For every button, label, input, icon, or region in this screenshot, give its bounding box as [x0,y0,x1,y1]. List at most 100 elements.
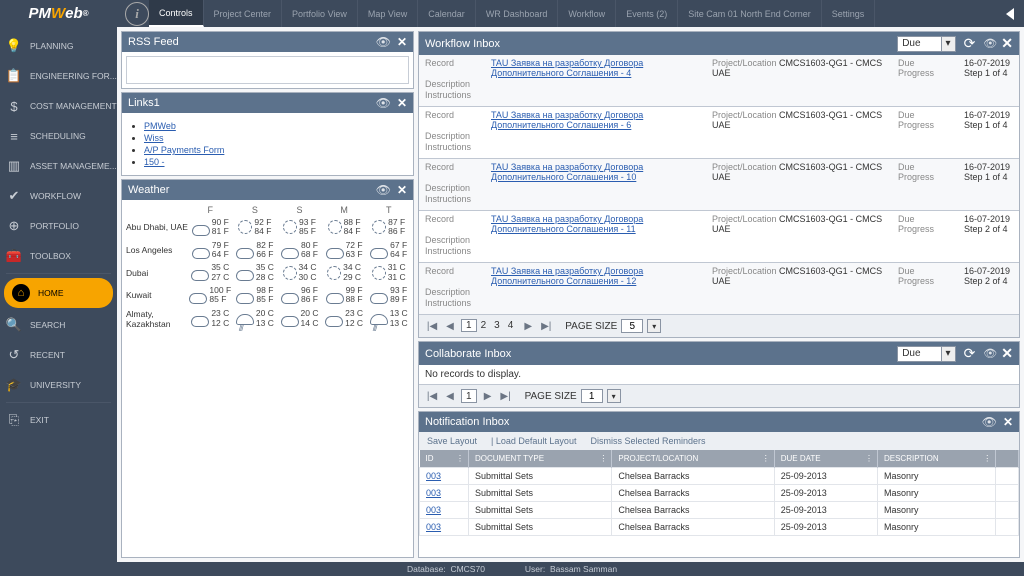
table-header[interactable]: DOCUMENT TYPE⋮ [469,450,612,468]
weather-temps: 93 F85 F [299,218,316,237]
page-size-dropdown[interactable]: ▾ [607,389,621,403]
page-size-label: PAGE SIZE [565,321,617,332]
hide-icon[interactable] [982,415,997,429]
record-link[interactable]: TAU Заявка на разработку Договора Дополн… [491,58,706,78]
table-row[interactable]: 003Submittal SetsChelsea Barracks25-09-2… [420,468,1019,485]
record-link[interactable]: TAU Заявка на разработку Договора Дополн… [491,266,706,286]
sidebar-item[interactable]: ↺RECENT [0,340,117,370]
link-item[interactable]: A/P Payments Form [144,145,224,155]
close-icon[interactable]: ✕ [1003,415,1013,429]
notify-tool[interactable]: Save Layout [427,436,477,446]
pager-first-icon[interactable]: |◀ [425,319,439,333]
top-tab[interactable]: Calendar [418,0,476,27]
collab-filter-select[interactable]: Due▾ [897,346,955,362]
sidebar-item[interactable]: ⎘EXIT [0,405,117,435]
sidebar-item[interactable]: ⊕PORTFOLIO [0,211,117,241]
sidebar-item[interactable]: 📋ENGINEERING FOR... [0,61,117,91]
pager-next-icon[interactable]: ▶ [481,389,495,403]
pager-prev-icon[interactable]: ◀ [443,319,457,333]
link-item[interactable]: Wiss [144,133,164,143]
table-row[interactable]: 003Submittal SetsChelsea Barracks25-09-2… [420,502,1019,519]
pager-page[interactable]: 4 [504,320,518,331]
hide-icon[interactable] [983,347,997,360]
page-size-input[interactable] [581,389,603,403]
record-link[interactable]: TAU Заявка на разработку Договора Дополн… [491,214,706,234]
table-header[interactable]: ID⋮ [420,450,469,468]
record-link[interactable]: TAU Заявка на разработку Договора Дополн… [491,162,706,182]
table-row[interactable]: 003Submittal SetsChelsea Barracks25-09-2… [420,519,1019,536]
sidebar-item[interactable]: 💡PLANNING [0,31,117,61]
row-id-link[interactable]: 003 [426,471,441,481]
weather-cloud-icon [281,248,299,259]
table-header[interactable]: DESCRIPTION⋮ [877,450,995,468]
workflow-filter-select[interactable]: Due▾ [897,36,955,52]
column-menu-icon[interactable]: ⋮ [865,454,873,463]
top-tab[interactable]: Controls [149,0,204,27]
sidebar-item[interactable]: ▥ASSET MANAGEME... [0,151,117,181]
pager-page[interactable]: 1 [461,389,477,403]
top-tab[interactable]: WR Dashboard [476,0,559,27]
page-size-input[interactable] [621,319,643,333]
sidebar-item[interactable]: 🧰TOOLBOX [0,241,117,271]
weather-temps: 96 F86 F [301,286,318,305]
close-icon[interactable]: ✕ [397,96,407,110]
weather-temps: 23 C12 C [345,309,363,328]
hide-icon[interactable] [376,35,391,49]
refresh-icon[interactable]: ⟳ [964,35,976,52]
sidebar-icon: ≡ [6,128,22,144]
sidebar-item[interactable]: $COST MANAGEMENT [0,91,117,121]
sidebar-item[interactable]: ≡SCHEDULING [0,121,117,151]
link-item[interactable]: 150 - [144,157,165,167]
sidebar-item[interactable]: 🎓UNIVERSITY [0,370,117,400]
hide-icon[interactable] [376,96,391,110]
refresh-icon[interactable]: ⟳ [964,345,976,362]
weather-temps: 72 F63 F [346,241,363,260]
pager-last-icon[interactable]: ▶| [539,319,553,333]
top-tab[interactable]: Settings [822,0,876,27]
close-icon[interactable]: ✕ [397,35,407,49]
notify-tool[interactable]: Dismiss Selected Reminders [590,436,705,446]
column-menu-icon[interactable]: ⋮ [599,454,607,463]
weather-city: Los Angeles [124,245,188,255]
pager-prev-icon[interactable]: ◀ [443,389,457,403]
sidebar-item[interactable]: ⌂HOME [4,278,113,308]
top-tab[interactable]: Site Cam 01 North End Corner [678,0,822,27]
pager-page[interactable]: 1 [461,319,477,332]
table-header[interactable]: PROJECT/LOCATION⋮ [612,450,774,468]
row-id-link[interactable]: 003 [426,505,441,515]
page-size-dropdown[interactable]: ▾ [647,319,661,333]
link-item[interactable]: PMWeb [144,121,176,131]
info-icon[interactable]: i [125,2,149,26]
pager-page[interactable]: 3 [490,320,504,331]
top-tab[interactable]: Portfolio View [282,0,358,27]
hide-icon[interactable] [983,37,997,50]
pager-last-icon[interactable]: ▶| [499,389,513,403]
row-id-link[interactable]: 003 [426,488,441,498]
column-menu-icon[interactable]: ⋮ [983,454,991,463]
top-tab[interactable]: Map View [358,0,418,27]
sidebar-item[interactable]: ✔WORKFLOW [0,181,117,211]
top-tab[interactable]: Workflow [558,0,616,27]
workflow-inbox-panel: Workflow Inbox Due▾ ⟳ ✕ RecordTAU Заявка… [418,31,1020,338]
column-menu-icon[interactable]: ⋮ [762,454,770,463]
cell-desc: Masonry [877,502,995,519]
record-link[interactable]: TAU Заявка на разработку Договора Дополн… [491,110,706,130]
pager-first-icon[interactable]: |◀ [425,389,439,403]
notify-tool[interactable]: | Load Default Layout [491,436,576,446]
close-icon[interactable]: ✕ [1001,345,1013,362]
pager-page[interactable]: 2 [477,320,491,331]
notification-inbox-panel: Notification Inbox ✕ Save Layout| Load D… [418,411,1020,558]
close-icon[interactable]: ✕ [1001,35,1013,52]
collapse-topnav-icon[interactable] [1006,8,1014,20]
due-values: 16-07-2019Step 1 of 4 [964,162,1019,182]
column-menu-icon[interactable]: ⋮ [456,454,464,463]
hide-icon[interactable] [376,183,391,197]
row-id-link[interactable]: 003 [426,522,441,532]
table-header[interactable]: DUE DATE⋮ [774,450,877,468]
pager-next-icon[interactable]: ▶ [521,319,535,333]
top-tab[interactable]: Project Center [204,0,283,27]
top-tab[interactable]: Events (2) [616,0,678,27]
close-icon[interactable]: ✕ [397,183,407,197]
table-row[interactable]: 003Submittal SetsChelsea Barracks25-09-2… [420,485,1019,502]
sidebar-item[interactable]: 🔍SEARCH [0,310,117,340]
